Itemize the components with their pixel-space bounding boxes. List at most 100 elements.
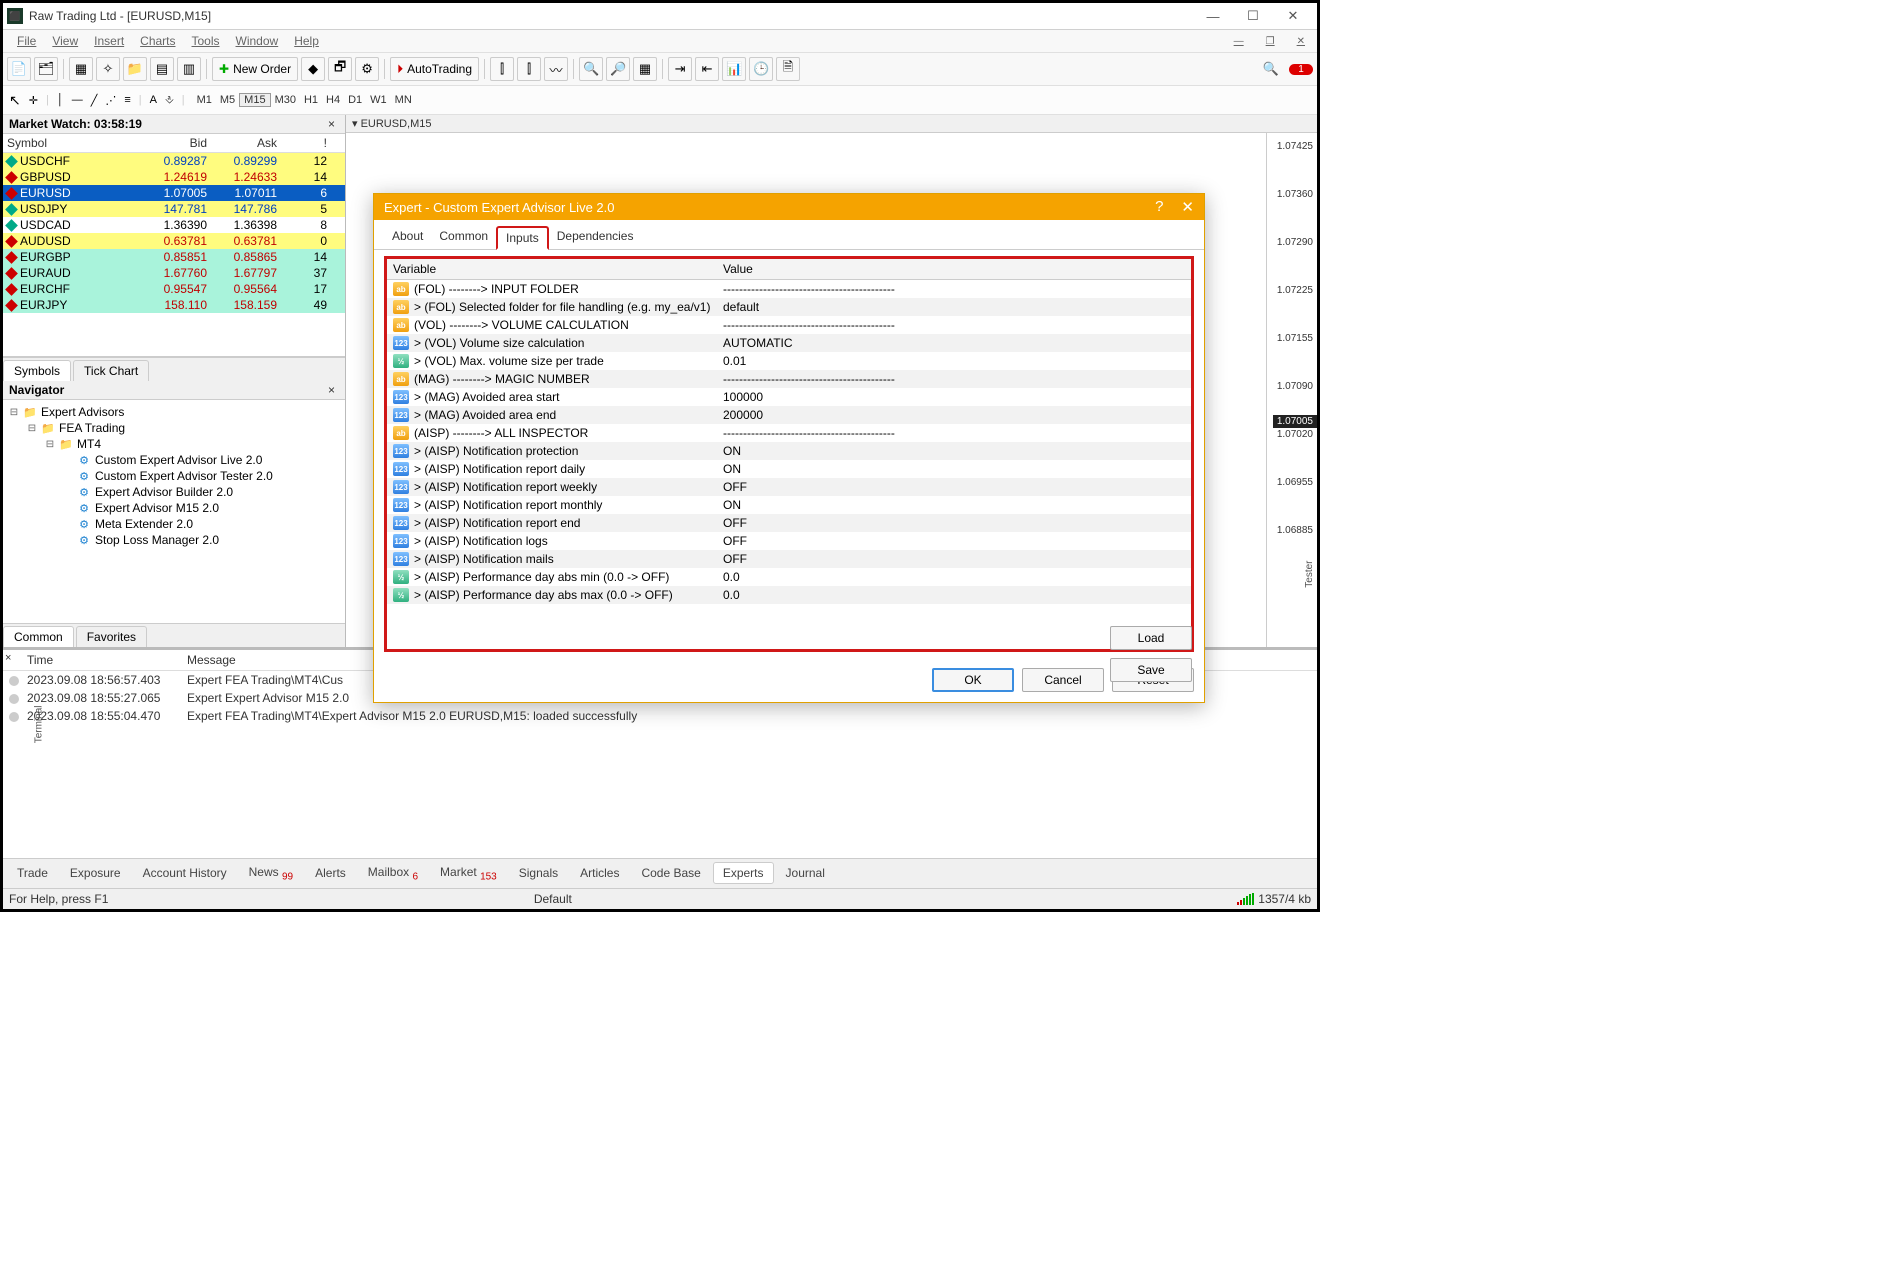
timeframe-w1[interactable]: W1 <box>366 94 391 106</box>
crosshair-icon[interactable]: ✛ <box>29 94 38 107</box>
market-row[interactable]: EURAUD1.677601.6779737 <box>3 265 345 281</box>
cancel-button[interactable]: Cancel <box>1022 668 1104 692</box>
col-time[interactable]: Time <box>27 653 187 667</box>
help-icon[interactable]: ? <box>1155 198 1163 216</box>
close-icon[interactable]: × <box>5 652 11 664</box>
terminal-tab-exposure[interactable]: Exposure <box>60 862 131 884</box>
menu-charts[interactable]: Charts <box>132 34 183 48</box>
close-icon[interactable]: × <box>324 117 339 131</box>
col-ask[interactable]: Ask <box>207 136 277 150</box>
timeframe-h1[interactable]: H1 <box>300 94 322 106</box>
input-row[interactable]: 123> (AISP) Notification mailsOFF <box>387 550 1191 568</box>
col-bid[interactable]: Bid <box>137 136 207 150</box>
load-button[interactable]: Load <box>1110 626 1192 650</box>
ea-item[interactable]: ⚙Custom Expert Advisor Live 2.0 <box>9 452 339 468</box>
tab-about[interactable]: About <box>384 226 431 249</box>
market-row[interactable]: EURJPY158.110158.15949 <box>3 297 345 313</box>
terminal-tab-experts[interactable]: Experts <box>713 862 774 884</box>
periods-icon[interactable]: 🕒 <box>749 57 773 81</box>
strategy-tester-icon[interactable]: ▥ <box>177 57 201 81</box>
candle-chart-icon[interactable]: ⫿ <box>517 57 541 81</box>
zoom-out-icon[interactable]: 🔎 <box>606 57 630 81</box>
log-row[interactable]: 2023.09.08 18:55:04.470Expert FEA Tradin… <box>3 707 1317 725</box>
tab-inputs[interactable]: Inputs <box>496 226 549 250</box>
hline-icon[interactable]: — <box>72 94 83 106</box>
save-button[interactable]: Save <box>1110 658 1192 682</box>
connection-status[interactable]: 1357/4 kb <box>1237 892 1311 906</box>
new-chart-icon[interactable]: 📄 <box>7 57 31 81</box>
menu-tools[interactable]: Tools <box>184 34 228 48</box>
timeframe-mn[interactable]: MN <box>391 94 416 106</box>
market-row[interactable]: GBPUSD1.246191.2463314 <box>3 169 345 185</box>
close-button[interactable]: ✕ <box>1273 5 1313 27</box>
market-row[interactable]: EURCHF0.955470.9556417 <box>3 281 345 297</box>
options-icon[interactable]: 🗗 <box>328 57 352 81</box>
fibo-icon[interactable]: ≡ <box>124 94 130 106</box>
tester-side-label[interactable]: Tester <box>1304 561 1315 588</box>
ea-item[interactable]: ⚙Expert Advisor Builder 2.0 <box>9 484 339 500</box>
input-row[interactable]: ½> (AISP) Performance day abs max (0.0 -… <box>387 586 1191 604</box>
terminal-tab-mailbox[interactable]: Mailbox 6 <box>358 861 428 886</box>
text-icon[interactable]: A <box>150 94 157 106</box>
input-row[interactable]: 123> (AISP) Notification report endOFF <box>387 514 1191 532</box>
input-row[interactable]: ab(VOL) --------> VOLUME CALCULATION----… <box>387 316 1191 334</box>
timeframe-d1[interactable]: D1 <box>344 94 366 106</box>
notifications-badge[interactable]: 1 <box>1289 64 1313 75</box>
indicators-icon[interactable]: 📊 <box>722 57 746 81</box>
input-row[interactable]: 123> (MAG) Avoided area start100000 <box>387 388 1191 406</box>
trendline-icon[interactable]: ╱ <box>91 94 98 107</box>
tab-common[interactable]: Common <box>3 626 74 647</box>
market-row[interactable]: USDCAD1.363901.363988 <box>3 217 345 233</box>
label-icon[interactable]: ⎀ <box>165 94 174 107</box>
profiles-icon[interactable]: 🗂 <box>34 57 58 81</box>
shift-icon[interactable]: ⇥ <box>668 57 692 81</box>
col-spread[interactable]: ! <box>277 136 327 150</box>
input-row[interactable]: 123> (AISP) Notification report dailyON <box>387 460 1191 478</box>
menu-view[interactable]: View <box>44 34 86 48</box>
vline-icon[interactable]: │ <box>57 94 64 106</box>
timeframe-h4[interactable]: H4 <box>322 94 344 106</box>
metaeditor-icon[interactable]: ◆ <box>301 57 325 81</box>
input-row[interactable]: 123> (VOL) Volume size calculationAUTOMA… <box>387 334 1191 352</box>
tab-tick-chart[interactable]: Tick Chart <box>73 360 149 381</box>
menu-insert[interactable]: Insert <box>86 34 132 48</box>
input-row[interactable]: 123> (AISP) Notification report weeklyOF… <box>387 478 1191 496</box>
line-chart-icon[interactable]: 〰 <box>544 57 568 81</box>
channel-icon[interactable]: ⋰ <box>105 94 116 107</box>
bar-chart-icon[interactable]: ⫿ <box>490 57 514 81</box>
tile-icon[interactable]: ▦ <box>633 57 657 81</box>
ok-button[interactable]: OK <box>932 668 1014 692</box>
close-icon[interactable]: ✕ <box>1181 198 1194 216</box>
tree-root[interactable]: Expert Advisors <box>41 405 124 419</box>
status-profile[interactable]: Default <box>534 892 572 906</box>
terminal-tab-code-base[interactable]: Code Base <box>631 862 710 884</box>
input-row[interactable]: ½> (AISP) Performance day abs min (0.0 -… <box>387 568 1191 586</box>
autotrading-button[interactable]: ⏵AutoTrading <box>390 57 479 81</box>
market-row[interactable]: EURGBP0.858510.8586514 <box>3 249 345 265</box>
input-row[interactable]: ab(FOL) --------> INPUT FOLDER----------… <box>387 280 1191 298</box>
market-row[interactable]: USDCHF0.892870.8929912 <box>3 153 345 169</box>
input-row[interactable]: ab(AISP) --------> ALL INSPECTOR--------… <box>387 424 1191 442</box>
terminal-tab-articles[interactable]: Articles <box>570 862 629 884</box>
zoom-in-icon[interactable]: 🔍 <box>579 57 603 81</box>
market-watch-icon[interactable]: ▦ <box>69 57 93 81</box>
menu-window[interactable]: Window <box>228 34 287 48</box>
terminal-tab-market[interactable]: Market 153 <box>430 861 507 886</box>
autoscroll-icon[interactable]: ⇤ <box>695 57 719 81</box>
tab-common[interactable]: Common <box>431 226 496 249</box>
data-window-icon[interactable]: ✧ <box>96 57 120 81</box>
ea-item[interactable]: ⚙Custom Expert Advisor Tester 2.0 <box>9 468 339 484</box>
minimize-button[interactable]: — <box>1193 5 1233 27</box>
market-row[interactable]: USDJPY147.781147.7865 <box>3 201 345 217</box>
terminal-tab-account-history[interactable]: Account History <box>133 862 237 884</box>
terminal-tab-signals[interactable]: Signals <box>509 862 568 884</box>
ea-item[interactable]: ⚙Meta Extender 2.0 <box>9 516 339 532</box>
timeframe-m5[interactable]: M5 <box>216 94 239 106</box>
tab-favorites[interactable]: Favorites <box>76 626 147 647</box>
tree-folder[interactable]: FEA Trading <box>59 421 125 435</box>
input-row[interactable]: 123> (MAG) Avoided area end200000 <box>387 406 1191 424</box>
terminal-icon[interactable]: ▤ <box>150 57 174 81</box>
input-row[interactable]: ab(MAG) --------> MAGIC NUMBER----------… <box>387 370 1191 388</box>
timeframe-m15[interactable]: M15 <box>239 93 270 107</box>
terminal-tab-journal[interactable]: Journal <box>776 862 835 884</box>
